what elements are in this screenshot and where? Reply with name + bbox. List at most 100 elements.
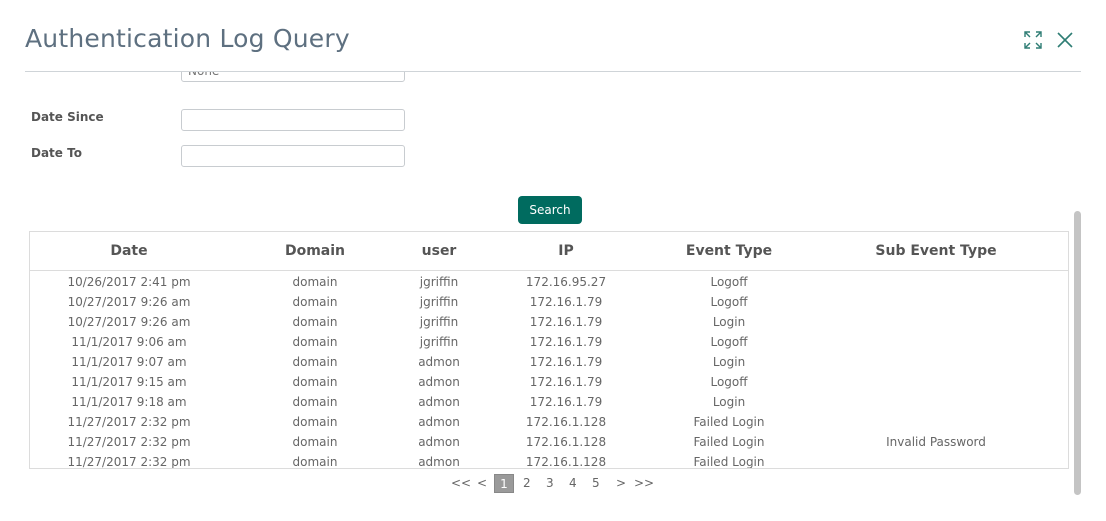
cell-event-type: Failed Login bbox=[693, 415, 765, 429]
cell-ip: 172.16.1.128 bbox=[525, 415, 607, 429]
cell-date: 11/27/2017 2:32 pm bbox=[67, 435, 191, 449]
column-header-date[interactable]: Date bbox=[30, 232, 228, 271]
cell-ip: 172.16.1.79 bbox=[529, 355, 603, 369]
cell-date: 11/27/2017 2:32 pm bbox=[67, 415, 191, 429]
pagination: << < 1 2 3 4 5 > >> bbox=[0, 474, 1106, 494]
cell-ip: 172.16.95.27 bbox=[525, 275, 607, 289]
cell-domain: domain bbox=[292, 375, 338, 389]
cell-date: 11/1/2017 9:06 am bbox=[71, 335, 187, 349]
table-row[interactable]: 11/27/2017 2:32 pm domain admon 172.16.1… bbox=[30, 452, 1068, 469]
cell-sub-event-type bbox=[802, 332, 1068, 352]
page-2[interactable]: 2 bbox=[523, 476, 531, 490]
cell-sub-event-type bbox=[802, 312, 1068, 332]
table-row[interactable]: 11/1/2017 9:07 am domain admon 172.16.1.… bbox=[30, 352, 1068, 372]
cell-date: 11/1/2017 9:15 am bbox=[71, 375, 187, 389]
cell-event-type: Failed Login bbox=[693, 435, 765, 449]
cell-domain: domain bbox=[292, 335, 338, 349]
cell-user: jgriffin bbox=[419, 295, 459, 309]
date-to-label: Date To bbox=[31, 146, 82, 160]
cell-ip: 172.16.1.79 bbox=[529, 295, 603, 309]
cell-sub-event-type bbox=[802, 352, 1068, 372]
page-5[interactable]: 5 bbox=[592, 476, 600, 490]
cell-date: 11/1/2017 9:07 am bbox=[71, 355, 187, 369]
page-next[interactable]: > bbox=[616, 476, 626, 490]
cell-sub-event-type bbox=[802, 292, 1068, 312]
cell-ip: 172.16.1.79 bbox=[529, 375, 603, 389]
cell-date: 10/26/2017 2:41 pm bbox=[67, 275, 191, 289]
cell-user: jgriffin bbox=[419, 335, 459, 349]
cell-domain: domain bbox=[292, 275, 338, 289]
cell-user: admon bbox=[418, 455, 460, 469]
page-4[interactable]: 4 bbox=[569, 476, 577, 490]
cell-domain: domain bbox=[292, 435, 338, 449]
page-3[interactable]: 3 bbox=[546, 476, 554, 490]
cell-sub-event-type: Invalid Password bbox=[886, 435, 986, 449]
table-row[interactable]: 10/26/2017 2:41 pm domain jgriffin 172.1… bbox=[30, 271, 1068, 293]
cell-domain: domain bbox=[292, 295, 338, 309]
cell-date: 11/1/2017 9:18 am bbox=[71, 395, 187, 409]
cell-sub-event-type bbox=[802, 412, 1068, 432]
cell-domain: domain bbox=[292, 315, 338, 329]
cell-domain: domain bbox=[292, 415, 338, 429]
cell-sub-event-type bbox=[802, 452, 1068, 468]
column-header-sub-event-type[interactable]: Sub Event Type bbox=[802, 232, 1068, 271]
column-header-domain[interactable]: Domain bbox=[228, 232, 402, 271]
cell-domain: domain bbox=[292, 455, 338, 469]
column-header-event-type[interactable]: Event Type bbox=[656, 232, 802, 271]
date-to-input[interactable] bbox=[181, 145, 405, 167]
cell-event-type: Login bbox=[712, 315, 746, 329]
search-button[interactable]: Search bbox=[518, 196, 582, 224]
cell-date: 10/27/2017 9:26 am bbox=[67, 315, 191, 329]
table-row[interactable]: 11/27/2017 2:32 pm domain admon 172.16.1… bbox=[30, 432, 1068, 452]
cell-ip: 172.16.1.128 bbox=[525, 455, 607, 469]
cell-sub-event-type bbox=[802, 271, 1068, 293]
cell-ip: 172.16.1.128 bbox=[525, 435, 607, 449]
table-row[interactable]: 10/27/2017 9:26 am domain jgriffin 172.1… bbox=[30, 292, 1068, 312]
date-since-input[interactable] bbox=[181, 109, 405, 131]
cell-user: admon bbox=[418, 395, 460, 409]
expand-icon[interactable] bbox=[1023, 30, 1043, 50]
cell-event-type: Logoff bbox=[710, 375, 748, 389]
cell-sub-event-type bbox=[802, 392, 1068, 412]
cell-user: jgriffin bbox=[419, 315, 459, 329]
cell-sub-event-type bbox=[802, 372, 1068, 392]
cell-event-type: Logoff bbox=[710, 335, 748, 349]
dialog-title: Authentication Log Query bbox=[25, 24, 350, 53]
auth-log-dialog: Authentication Log Query None Da bbox=[0, 0, 1106, 521]
cell-user: admon bbox=[418, 435, 460, 449]
cell-event-type: Logoff bbox=[710, 275, 748, 289]
vertical-scrollbar[interactable] bbox=[1074, 211, 1081, 495]
cell-event-type: Login bbox=[712, 355, 746, 369]
table-row[interactable]: 11/1/2017 9:15 am domain admon 172.16.1.… bbox=[30, 372, 1068, 392]
table-row[interactable]: 11/1/2017 9:06 am domain jgriffin 172.16… bbox=[30, 332, 1068, 352]
page-last[interactable]: >> bbox=[634, 476, 654, 490]
table-header-row: Date Domain user IP Event Type Sub Event… bbox=[30, 232, 1068, 271]
table-row[interactable]: 11/1/2017 9:18 am domain admon 172.16.1.… bbox=[30, 392, 1068, 412]
cell-ip: 172.16.1.79 bbox=[529, 335, 603, 349]
cell-user: admon bbox=[418, 375, 460, 389]
cell-user: admon bbox=[418, 415, 460, 429]
date-since-label: Date Since bbox=[31, 110, 104, 124]
cell-ip: 172.16.1.79 bbox=[529, 395, 603, 409]
column-header-user[interactable]: user bbox=[402, 232, 476, 271]
partial-field-input[interactable]: None bbox=[181, 72, 405, 82]
page-first[interactable]: << bbox=[451, 476, 471, 490]
cell-event-type: Failed Login bbox=[693, 455, 765, 469]
query-form: None Date Since Date To bbox=[25, 72, 1075, 182]
cell-user: admon bbox=[418, 355, 460, 369]
cell-date: 10/27/2017 9:26 am bbox=[67, 295, 191, 309]
cell-event-type: Login bbox=[712, 395, 746, 409]
close-icon[interactable] bbox=[1055, 30, 1075, 50]
results-table-container: Date Domain user IP Event Type Sub Event… bbox=[29, 231, 1069, 469]
cell-ip: 172.16.1.79 bbox=[529, 315, 603, 329]
cell-date: 11/27/2017 2:32 pm bbox=[67, 455, 191, 469]
page-prev[interactable]: < bbox=[477, 476, 487, 490]
results-table: Date Domain user IP Event Type Sub Event… bbox=[30, 232, 1068, 469]
table-row[interactable]: 11/27/2017 2:32 pm domain admon 172.16.1… bbox=[30, 412, 1068, 432]
cell-event-type: Logoff bbox=[710, 295, 748, 309]
column-header-ip[interactable]: IP bbox=[476, 232, 656, 271]
table-row[interactable]: 10/27/2017 9:26 am domain jgriffin 172.1… bbox=[30, 312, 1068, 332]
page-1[interactable]: 1 bbox=[494, 474, 514, 493]
cell-user: jgriffin bbox=[419, 275, 459, 289]
cell-domain: domain bbox=[292, 355, 338, 369]
